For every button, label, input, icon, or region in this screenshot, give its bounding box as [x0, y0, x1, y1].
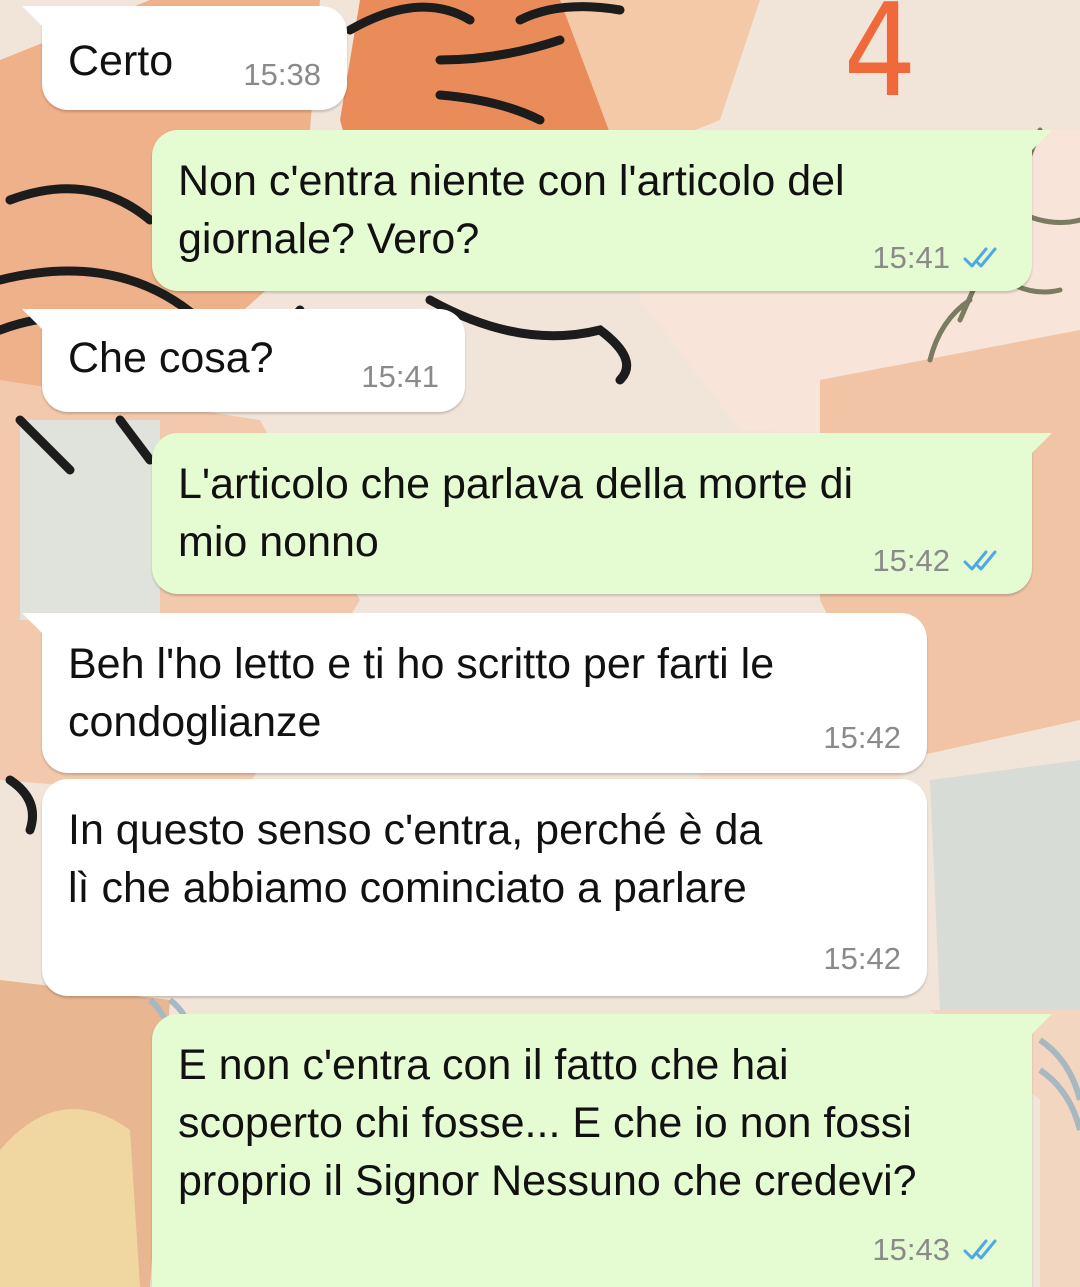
message-meta: 15:42 — [872, 544, 1006, 578]
message-meta: 15:42 — [823, 721, 901, 755]
message-text: Che cosa? — [68, 334, 274, 382]
incoming-message-bubble[interactable]: In questo senso c'entra, perché è da lì … — [42, 779, 927, 996]
outgoing-message-bubble[interactable]: L'articolo che parlava della morte di mi… — [152, 433, 1052, 594]
message-meta: 15:43 — [872, 1233, 1006, 1267]
message-text: Certo — [68, 37, 174, 85]
outgoing-message-bubble[interactable]: Non c'entra niente con l'articolo del gi… — [152, 130, 1052, 291]
double-check-icon — [963, 1239, 997, 1260]
message-meta: 15:38 — [243, 58, 321, 92]
message-text: Beh l'ho letto e ti ho scritto per farti… — [68, 640, 775, 746]
outgoing-message-bubble[interactable]: E non c'entra con il fatto che hai scope… — [152, 1014, 1052, 1287]
message-time: 15:41 — [872, 240, 950, 275]
message-time: 15:42 — [823, 720, 901, 755]
incoming-message-bubble[interactable]: Certo 15:38 — [22, 6, 347, 110]
message-text: In questo senso c'entra, perché è da lì … — [68, 806, 763, 912]
incoming-message-bubble[interactable]: Che cosa? 15:41 — [22, 309, 465, 412]
message-time: 15:38 — [243, 57, 321, 92]
incoming-message-bubble[interactable]: Beh l'ho letto e ti ho scritto per farti… — [22, 613, 927, 773]
message-text: Non c'entra niente con l'articolo del gi… — [178, 157, 845, 263]
message-time: 15:42 — [823, 941, 901, 976]
message-meta: 15:41 — [872, 241, 1006, 275]
message-text: E non c'entra con il fatto che hai scope… — [178, 1041, 917, 1205]
message-time: 15:41 — [361, 359, 439, 394]
message-text: L'articolo che parlava della morte di mi… — [178, 460, 854, 566]
message-time: 15:42 — [872, 543, 950, 578]
message-meta: 15:42 — [823, 942, 901, 976]
double-check-icon — [963, 550, 997, 571]
message-meta: 15:41 — [361, 360, 439, 394]
page-number-label: 4 — [843, 0, 917, 126]
message-time: 15:43 — [872, 1232, 950, 1267]
double-check-icon — [963, 247, 997, 268]
